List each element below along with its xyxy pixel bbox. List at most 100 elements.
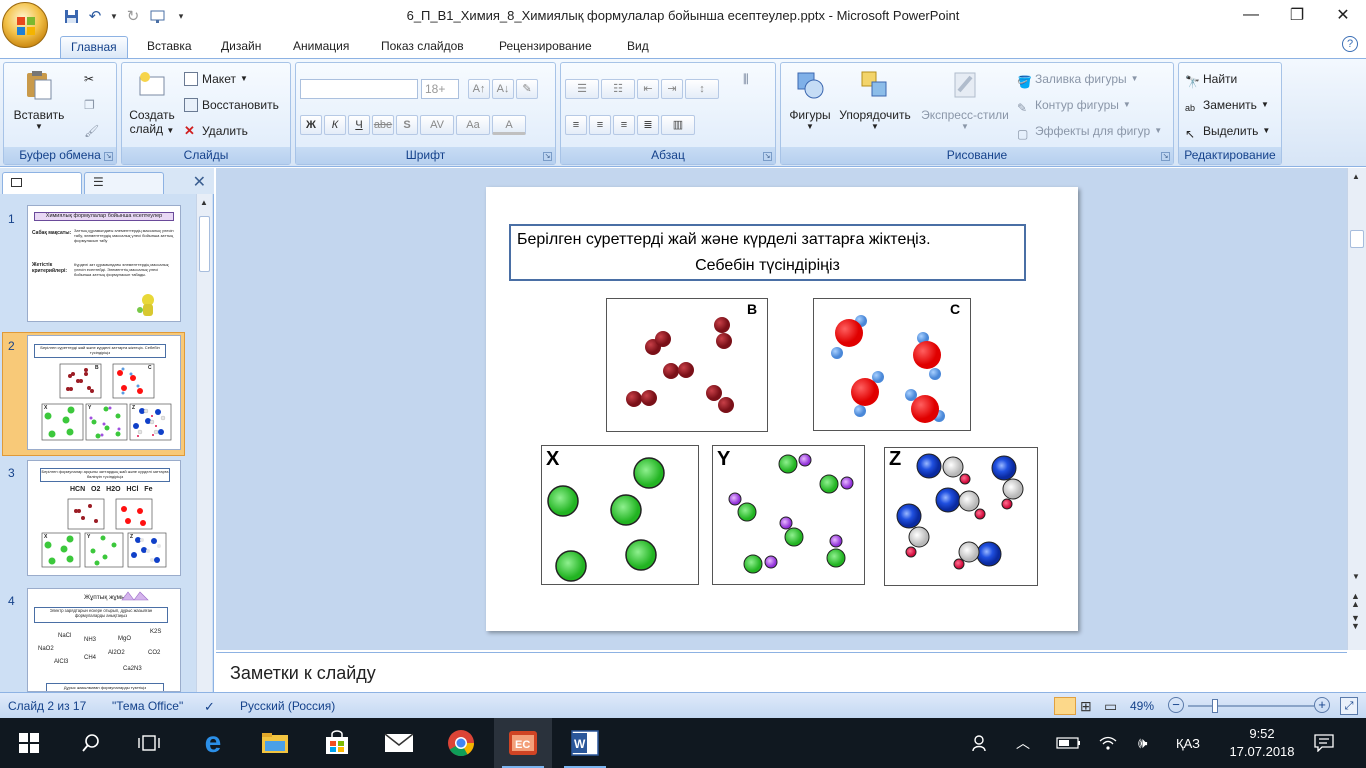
thumbnail-scroll-thumb[interactable] bbox=[199, 216, 210, 272]
change-case-button[interactable]: Aa bbox=[456, 115, 490, 135]
bold-button[interactable]: Ж bbox=[300, 115, 322, 135]
sorter-view-icon[interactable]: ⊞ bbox=[1080, 698, 1092, 715]
slideshow-view-icon[interactable]: ▭ bbox=[1104, 698, 1117, 715]
char-spacing-button[interactable]: AV bbox=[420, 115, 454, 135]
office-button[interactable] bbox=[2, 2, 48, 48]
minimize-icon[interactable]: — bbox=[1228, 0, 1274, 30]
scroll-up-icon[interactable]: ▲ bbox=[1352, 172, 1360, 181]
notifications-icon[interactable] bbox=[1314, 718, 1334, 768]
align-left-icon[interactable]: ≡ bbox=[565, 115, 587, 135]
new-slide-button[interactable]: Создать слайд ▼ bbox=[124, 69, 180, 136]
italic-button[interactable]: К bbox=[324, 115, 346, 135]
align-center-icon[interactable]: ≡ bbox=[589, 115, 611, 135]
quick-styles-button[interactable]: Экспресс-стили ▼ bbox=[917, 69, 1013, 131]
picture-x[interactable]: X bbox=[541, 445, 699, 585]
paragraph-launcher-icon[interactable]: ↘ bbox=[763, 152, 772, 161]
shrink-font-icon[interactable]: A↓ bbox=[492, 79, 514, 99]
decrease-indent-icon[interactable]: ⇤ bbox=[637, 79, 659, 99]
powerpoint-app-button[interactable]: EC bbox=[494, 718, 552, 768]
underline-button[interactable]: Ч bbox=[348, 115, 370, 135]
picture-c[interactable]: C bbox=[813, 298, 971, 431]
edge-app-button[interactable]: e bbox=[184, 718, 242, 768]
zoom-slider-track[interactable] bbox=[1188, 699, 1314, 713]
store-app-button[interactable] bbox=[308, 718, 366, 768]
shapes-button[interactable]: Фигуры ▼ bbox=[783, 69, 837, 131]
explorer-app-button[interactable] bbox=[246, 718, 304, 768]
thumbnail-slide-2[interactable]: Берілген суреттерді жай және күрделі зат… bbox=[27, 335, 181, 450]
chrome-app-button[interactable] bbox=[432, 718, 490, 768]
zoom-level[interactable]: 49% bbox=[1130, 699, 1154, 713]
thumbnail-scrollbar[interactable]: ▲ bbox=[196, 194, 212, 692]
tab-review[interactable]: Рецензирование bbox=[489, 36, 602, 58]
paste-button[interactable]: Вставить ▼ bbox=[12, 69, 66, 131]
thumbnail-slide-3[interactable]: Берілген формулалар арқылы заттардың жай… bbox=[27, 460, 181, 576]
thumbnail-slide-4[interactable]: Жұптық жұмыс Электр зарядтарын ескере от… bbox=[27, 588, 181, 692]
panel-close-icon[interactable]: ✕ bbox=[193, 172, 206, 192]
clock[interactable]: 9:52 17.07.2018 bbox=[1220, 718, 1304, 768]
zoom-in-icon[interactable]: + bbox=[1314, 697, 1330, 713]
zoom-slider-thumb[interactable] bbox=[1212, 699, 1218, 713]
font-color-button[interactable]: A bbox=[492, 115, 526, 135]
drawing-launcher-icon[interactable]: ↘ bbox=[1161, 152, 1170, 161]
people-icon[interactable] bbox=[966, 718, 996, 768]
font-size-box[interactable]: 18+ bbox=[421, 79, 459, 99]
tab-slideshow[interactable]: Показ слайдов bbox=[371, 36, 474, 58]
tab-design[interactable]: Дизайн bbox=[211, 36, 271, 58]
mail-app-button[interactable] bbox=[370, 718, 428, 768]
start-button[interactable] bbox=[0, 718, 58, 768]
slide-scrollbar[interactable]: ▲ ▼ ▲ ▲ ▼ ▼ bbox=[1347, 168, 1366, 650]
bullets-icon[interactable]: ☰ bbox=[565, 79, 599, 99]
tray-chevron-icon[interactable]: ︿ bbox=[1016, 718, 1030, 768]
shadow-button[interactable]: S bbox=[396, 115, 418, 135]
grow-font-icon[interactable]: A↑ bbox=[468, 79, 490, 99]
line-spacing-icon[interactable]: ↕ bbox=[685, 79, 719, 99]
numbering-icon[interactable]: ☷ bbox=[601, 79, 635, 99]
layout-button[interactable]: Макет ▼ bbox=[184, 69, 248, 89]
slide-scroll-thumb[interactable] bbox=[1350, 230, 1364, 248]
shape-fill-button[interactable]: 🪣 Заливка фигуры ▼ bbox=[1017, 69, 1139, 89]
scroll-down-icon[interactable]: ▼ bbox=[1352, 572, 1360, 581]
columns-icon[interactable]: ▥ bbox=[661, 115, 695, 135]
tab-view[interactable]: Вид bbox=[617, 36, 659, 58]
thumbnail-slide-1[interactable]: Химиялық формулалар бойынша есептеулер С… bbox=[27, 205, 181, 322]
help-icon[interactable]: ? bbox=[1342, 36, 1358, 52]
volume-icon[interactable]: 🕪 bbox=[1138, 718, 1147, 768]
clear-format-icon[interactable]: ✎ bbox=[516, 79, 538, 99]
increase-indent-icon[interactable]: ⇥ bbox=[661, 79, 683, 99]
close-icon[interactable]: ✕ bbox=[1320, 0, 1366, 30]
picture-z[interactable]: Z bbox=[884, 447, 1038, 586]
shape-outline-button[interactable]: ✎ Контур фигуры ▼ bbox=[1017, 95, 1131, 115]
delete-slide-button[interactable]: ✕ Удалить bbox=[184, 121, 248, 141]
tab-insert[interactable]: Вставка bbox=[137, 36, 202, 58]
align-right-icon[interactable]: ≡ bbox=[613, 115, 635, 135]
slides-tab[interactable] bbox=[2, 172, 82, 194]
arrange-button[interactable]: Упорядочить ▼ bbox=[835, 69, 915, 131]
justify-icon[interactable]: ≣ bbox=[637, 115, 659, 135]
input-language[interactable]: ҚАЗ bbox=[1176, 718, 1200, 768]
normal-view-icon[interactable] bbox=[1054, 697, 1076, 715]
text-direction-icon[interactable]: ⫼ bbox=[743, 69, 749, 89]
scroll-up-icon[interactable]: ▲ bbox=[200, 198, 208, 207]
reset-button[interactable]: Восстановить bbox=[184, 95, 279, 115]
next-slide-icon[interactable]: ▼ ▼ bbox=[1351, 614, 1360, 631]
word-app-button[interactable]: W bbox=[556, 718, 614, 768]
select-button[interactable]: ↖ Выделить ▼ bbox=[1185, 121, 1270, 141]
current-slide[interactable]: Берілген суреттерді жай және күрделі зат… bbox=[486, 187, 1078, 631]
task-view-button[interactable] bbox=[120, 718, 178, 768]
font-launcher-icon[interactable]: ↘ bbox=[543, 152, 552, 161]
tab-home[interactable]: Главная bbox=[60, 36, 128, 58]
cut-icon[interactable]: ✂ bbox=[84, 69, 94, 89]
font-name-box[interactable] bbox=[300, 79, 418, 99]
prev-slide-icon[interactable]: ▲ ▲ bbox=[1351, 592, 1360, 609]
question-textbox[interactable]: Берілген суреттерді жай және күрделі зат… bbox=[509, 224, 1026, 281]
language-indicator[interactable]: Русский (Россия) bbox=[240, 699, 335, 713]
picture-b[interactable]: B bbox=[606, 298, 768, 432]
fit-to-window-icon[interactable]: ⤢ bbox=[1340, 697, 1358, 715]
format-painter-icon[interactable]: 🖌 bbox=[84, 121, 99, 141]
search-button[interactable] bbox=[62, 718, 120, 768]
theme-name[interactable]: "Тема Office" bbox=[112, 699, 183, 713]
zoom-out-icon[interactable]: − bbox=[1168, 697, 1184, 713]
restore-icon[interactable]: ❐ bbox=[1274, 0, 1320, 30]
picture-y[interactable]: Y bbox=[712, 445, 865, 585]
replace-button[interactable]: ab Заменить ▼ bbox=[1185, 95, 1269, 115]
